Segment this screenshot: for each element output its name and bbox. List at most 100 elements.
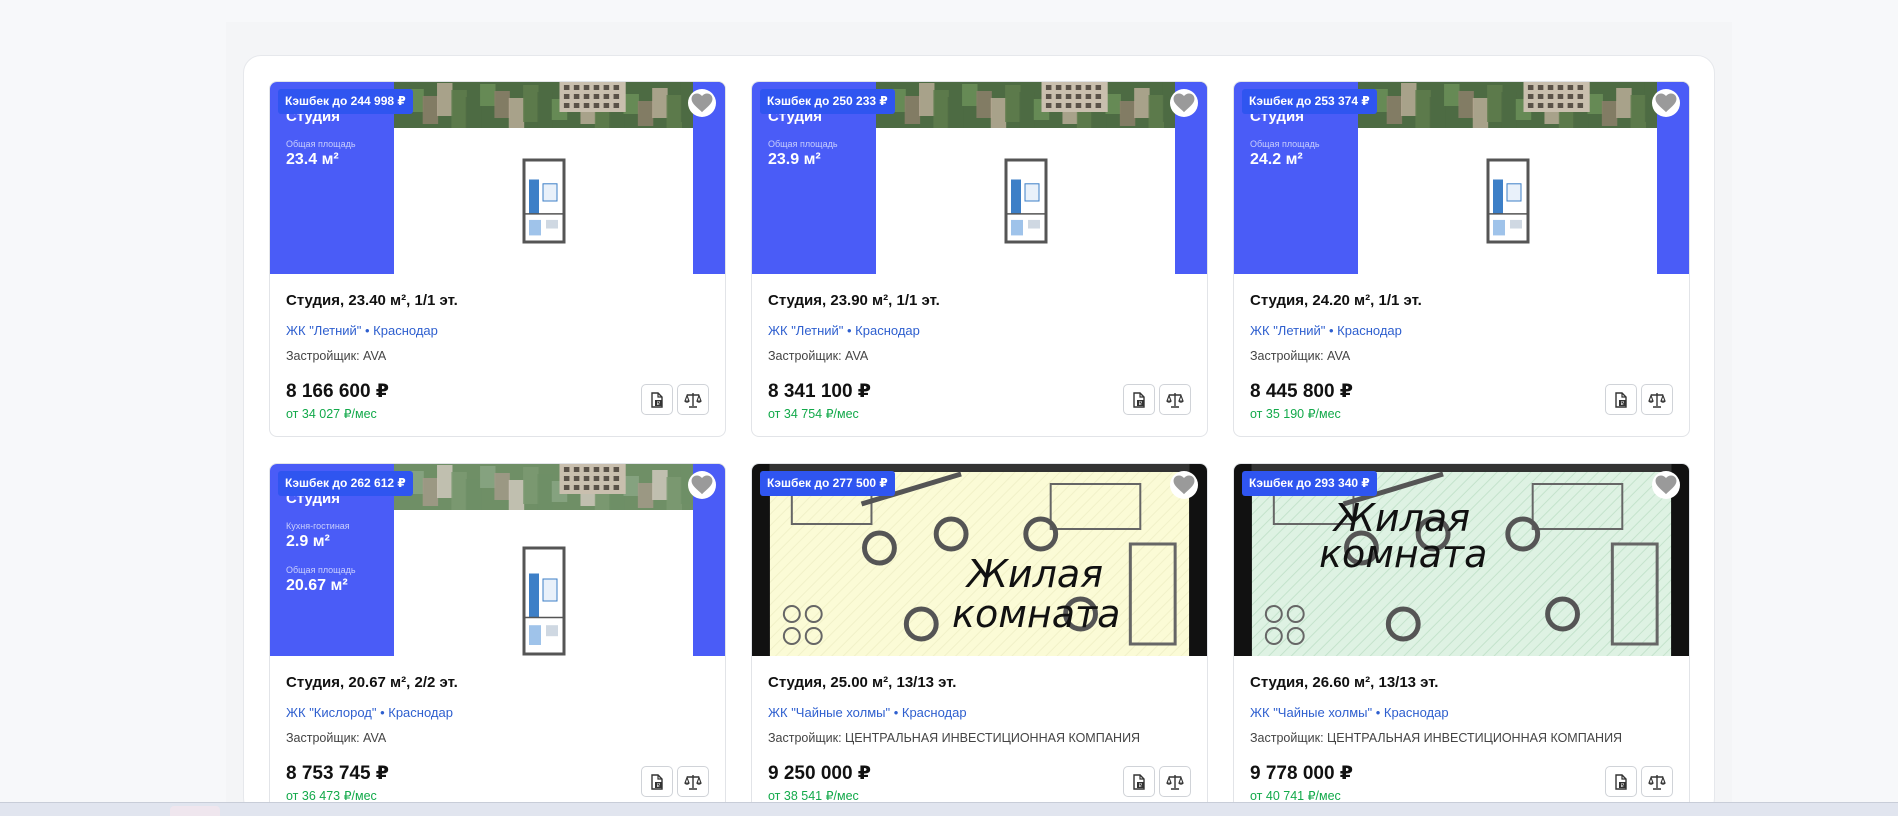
favorite-button[interactable] bbox=[1170, 471, 1198, 499]
listing-image[interactable]: Студия Общая площадь 23.4 м² Кэшбек до 244 … bbox=[270, 82, 725, 274]
floor-plan-thumbnail bbox=[394, 128, 693, 274]
building-photo bbox=[876, 82, 1207, 140]
listing-card[interactable]: Жилая комната Кэшбек до 277 500 ₽ Студия, 2… bbox=[751, 463, 1208, 816]
plan-room-label: комната bbox=[1319, 532, 1488, 576]
bottom-taskbar bbox=[0, 802, 1898, 816]
heart-icon bbox=[1655, 93, 1677, 113]
compare-button[interactable] bbox=[677, 766, 709, 797]
complex-location-link[interactable]: ЖК "Кислород" • Краснодар bbox=[286, 705, 453, 720]
favorite-button[interactable] bbox=[688, 89, 716, 117]
developer-name: Застройщик: AVA bbox=[1250, 349, 1351, 363]
heart-icon bbox=[691, 93, 713, 113]
developer-name: Застройщик: AVA bbox=[768, 349, 869, 363]
promo-area-caption: Общая площадь bbox=[1250, 139, 1320, 149]
listing-image[interactable]: Студия Кухня-гостиная 2.9 м² Общая площадь 2… bbox=[270, 464, 725, 656]
cashback-badge: Кэшбек до 293 340 ₽ bbox=[1242, 471, 1377, 496]
compare-button[interactable] bbox=[677, 384, 709, 415]
listing-title[interactable]: Студия, 25.00 м², 13/13 эт. bbox=[768, 674, 956, 691]
mortgage-calc-button[interactable]: ₽ bbox=[641, 766, 673, 797]
complex-location-link[interactable]: ЖК "Чайные холмы" • Краснодар bbox=[768, 705, 967, 720]
complex-location-link[interactable]: ЖК "Летний" • Краснодар bbox=[286, 323, 438, 338]
mortgage-calc-button[interactable]: ₽ bbox=[1123, 384, 1155, 415]
listing-image[interactable]: Студия Общая площадь 24.2 м² Кэшбек до 253 … bbox=[1234, 82, 1689, 274]
listing-price: 8 753 745 ₽ bbox=[286, 763, 390, 784]
listing-price: 9 778 000 ₽ bbox=[1250, 763, 1354, 784]
heart-icon bbox=[1655, 475, 1677, 495]
floor-plan-thumbnail bbox=[876, 128, 1175, 274]
cashback-badge: Кэшбек до 262 612 ₽ bbox=[278, 471, 413, 496]
cashback-badge: Кэшбек до 250 233 ₽ bbox=[760, 89, 895, 114]
listing-card[interactable]: Студия Общая площадь 23.4 м² Кэшбек до 244 … bbox=[269, 81, 726, 437]
heart-icon bbox=[1173, 93, 1195, 113]
favorite-button[interactable] bbox=[1652, 471, 1680, 499]
promo-area-value: 2.9 м² bbox=[286, 533, 330, 550]
favorite-button[interactable] bbox=[688, 471, 716, 499]
promo-area-caption: Общая площадь bbox=[768, 139, 838, 149]
listing-image[interactable]: Жилая комната Кэшбек до 293 340 ₽ bbox=[1234, 464, 1689, 656]
document-rub-icon: ₽ bbox=[1131, 391, 1147, 408]
cashback-badge: Кэшбек до 277 500 ₽ bbox=[760, 471, 895, 496]
listing-card[interactable]: Студия Общая площадь 23.9 м² Кэшбек до 250 … bbox=[751, 81, 1208, 437]
developer-name: Застройщик: ЦЕНТРАЛЬНАЯ ИНВЕСТИЦИОННАЯ К… bbox=[768, 731, 1141, 745]
listing-image[interactable]: Жилая комната Кэшбек до 277 500 ₽ bbox=[752, 464, 1207, 656]
listing-title[interactable]: Студия, 26.60 м², 13/13 эт. bbox=[1250, 674, 1438, 691]
scales-icon bbox=[684, 392, 702, 408]
document-rub-icon: ₽ bbox=[1613, 391, 1629, 408]
monthly-payment: от 40 741 ₽/мес bbox=[1250, 789, 1341, 803]
listing-image[interactable]: Студия Общая площадь 23.9 м² Кэшбек до 250 … bbox=[752, 82, 1207, 274]
developer-name: Застройщик: AVA bbox=[286, 731, 387, 745]
promo-area-value: 20.67 м² bbox=[286, 577, 348, 594]
plan-room-label: комната bbox=[952, 592, 1121, 636]
taskbar-tab[interactable] bbox=[170, 806, 220, 816]
cashback-badge: Кэшбек до 253 374 ₽ bbox=[1242, 89, 1377, 114]
listing-price: 8 341 100 ₽ bbox=[768, 381, 872, 402]
listing-card[interactable]: Жилая комната Кэшбек до 293 340 ₽ Студия, 2… bbox=[1233, 463, 1690, 816]
building-photo bbox=[1358, 82, 1689, 140]
listing-price: 9 250 000 ₽ bbox=[768, 763, 872, 784]
heart-icon bbox=[1173, 475, 1195, 495]
promo-area-caption: Общая площадь bbox=[286, 565, 356, 575]
document-rub-icon: ₽ bbox=[1613, 773, 1629, 790]
compare-button[interactable] bbox=[1159, 384, 1191, 415]
listing-title[interactable]: Студия, 20.67 м², 2/2 эт. bbox=[286, 674, 458, 691]
document-rub-icon: ₽ bbox=[649, 391, 665, 408]
listing-card[interactable]: Студия Общая площадь 24.2 м² Кэшбек до 253 … bbox=[1233, 81, 1690, 437]
document-rub-icon: ₽ bbox=[1131, 773, 1147, 790]
scales-icon bbox=[1648, 774, 1666, 790]
favorite-button[interactable] bbox=[1652, 89, 1680, 117]
listing-price: 8 445 800 ₽ bbox=[1250, 381, 1354, 402]
heart-icon bbox=[691, 475, 713, 495]
developer-name: Застройщик: ЦЕНТРАЛЬНАЯ ИНВЕСТИЦИОННАЯ К… bbox=[1250, 731, 1623, 745]
complex-location-link[interactable]: ЖК "Летний" • Краснодар bbox=[768, 323, 920, 338]
document-rub-icon: ₽ bbox=[649, 773, 665, 790]
listing-price: 8 166 600 ₽ bbox=[286, 381, 390, 402]
cashback-badge: Кэшбек до 244 998 ₽ bbox=[278, 89, 413, 114]
compare-button[interactable] bbox=[1641, 384, 1673, 415]
floor-plan-thumbnail bbox=[394, 510, 693, 656]
scales-icon bbox=[1648, 392, 1666, 408]
listing-title[interactable]: Студия, 23.40 м², 1/1 эт. bbox=[286, 292, 458, 309]
mortgage-calc-button[interactable]: ₽ bbox=[1605, 384, 1637, 415]
monthly-payment: от 36 473 ₽/мес bbox=[286, 789, 377, 803]
scales-icon bbox=[1166, 774, 1184, 790]
scales-icon bbox=[684, 774, 702, 790]
monthly-payment: от 38 541 ₽/мес bbox=[768, 789, 859, 803]
favorite-button[interactable] bbox=[1170, 89, 1198, 117]
mortgage-calc-button[interactable]: ₽ bbox=[641, 384, 673, 415]
monthly-payment: от 35 190 ₽/мес bbox=[1250, 407, 1341, 421]
mortgage-calc-button[interactable]: ₽ bbox=[1123, 766, 1155, 797]
listing-card[interactable]: Студия Кухня-гостиная 2.9 м² Общая площадь 2… bbox=[269, 463, 726, 816]
listing-title[interactable]: Студия, 24.20 м², 1/1 эт. bbox=[1250, 292, 1422, 309]
complex-location-link[interactable]: ЖК "Чайные холмы" • Краснодар bbox=[1250, 705, 1449, 720]
compare-button[interactable] bbox=[1159, 766, 1191, 797]
promo-area-value: 23.4 м² bbox=[286, 151, 339, 168]
compare-button[interactable] bbox=[1641, 766, 1673, 797]
mortgage-calc-button[interactable]: ₽ bbox=[1605, 766, 1637, 797]
plan-room-label: Жилая bbox=[967, 552, 1104, 596]
complex-location-link[interactable]: ЖК "Летний" • Краснодар bbox=[1250, 323, 1402, 338]
listing-title[interactable]: Студия, 23.90 м², 1/1 эт. bbox=[768, 292, 940, 309]
promo-area-value: 24.2 м² bbox=[1250, 151, 1303, 168]
monthly-payment: от 34 754 ₽/мес bbox=[768, 407, 859, 421]
building-photo bbox=[394, 82, 725, 140]
monthly-payment: от 34 027 ₽/мес bbox=[286, 407, 377, 421]
